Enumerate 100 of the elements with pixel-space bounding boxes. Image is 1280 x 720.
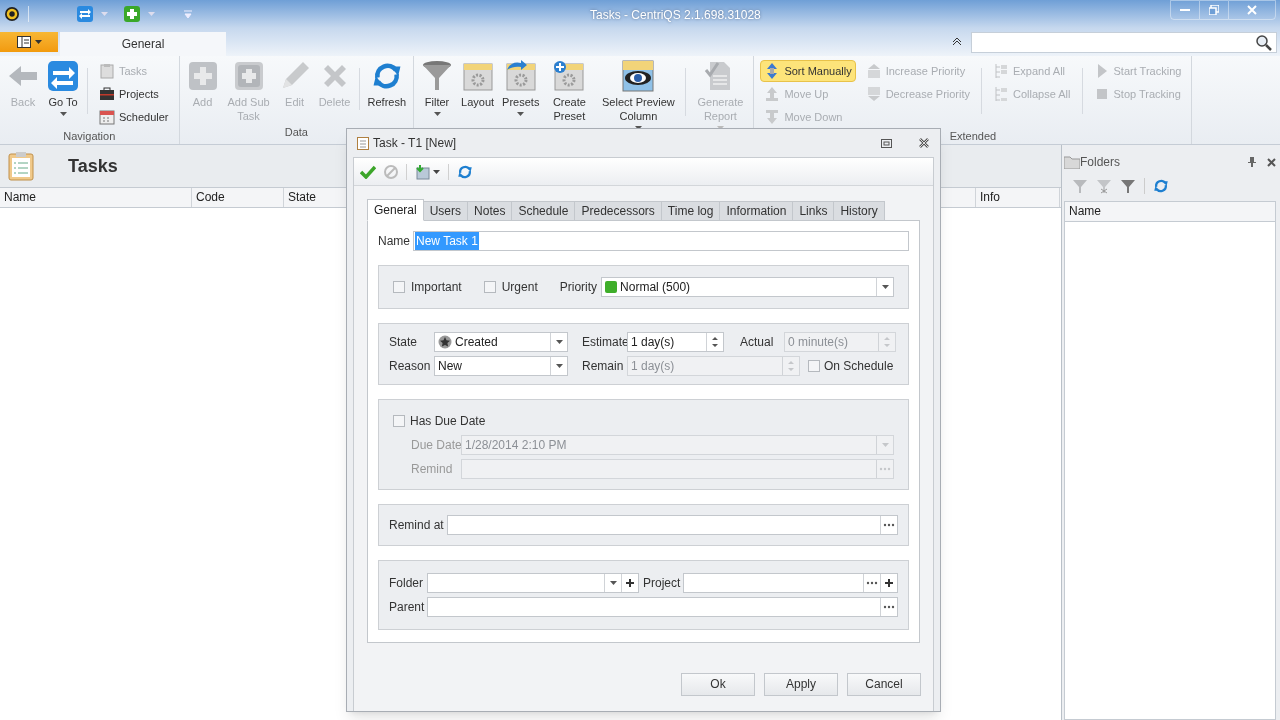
close-button[interactable] xyxy=(1267,157,1276,167)
dialog-button[interactable]: Apply xyxy=(764,672,838,696)
ribbon-button[interactable]: Scheduler xyxy=(95,106,173,128)
minimize-icon xyxy=(1180,9,1190,11)
checkbox[interactable] xyxy=(483,281,496,293)
export-button[interactable] xyxy=(415,163,440,180)
restore-icon xyxy=(1209,5,1219,15)
caret-icon xyxy=(881,285,889,289)
logo-icon xyxy=(4,6,20,22)
close-button[interactable] xyxy=(918,137,930,149)
close-icon xyxy=(1267,157,1276,167)
caret-icon xyxy=(148,12,155,16)
search-field[interactable] xyxy=(971,32,1277,53)
refresh-icon xyxy=(457,163,473,180)
caret-icon xyxy=(881,443,889,447)
plus-icon xyxy=(186,60,219,92)
dialog-tab[interactable]: Predecessors xyxy=(574,201,662,221)
pin-button[interactable] xyxy=(1247,157,1257,167)
pin-icon xyxy=(1247,157,1257,167)
field-label: Due Date xyxy=(411,437,461,454)
field-label: Name xyxy=(378,233,410,250)
column-header[interactable]: Name xyxy=(1065,202,1275,221)
checkbox[interactable] xyxy=(393,281,405,293)
field-label: Remind xyxy=(411,461,454,478)
ellipsis-icon xyxy=(866,581,878,585)
window-title: Tasks - CentriQS 2.1.698.31028 xyxy=(590,7,761,24)
refresh-icon xyxy=(1153,178,1169,194)
plus-icon xyxy=(124,6,140,22)
folder-dropdown[interactable] xyxy=(427,573,639,593)
minimize-button[interactable] xyxy=(1170,0,1200,20)
clipboard-icon xyxy=(8,151,34,181)
reason-dropdown[interactable]: New xyxy=(434,356,568,376)
ribbon-button[interactable]: Layout xyxy=(458,60,498,109)
dialog-tab[interactable]: General xyxy=(367,199,424,221)
column-header[interactable]: Name xyxy=(0,188,192,207)
cancel-icon xyxy=(384,164,398,179)
folder-icon xyxy=(1064,155,1080,169)
ribbon-button[interactable]: Refresh xyxy=(364,60,410,109)
funnel-icon xyxy=(421,60,454,92)
field-label: On Schedule xyxy=(824,358,894,375)
priority-dropdown[interactable]: Normal (500) xyxy=(601,277,894,297)
ribbon-button[interactable]: Filter xyxy=(418,60,457,116)
dialog-tab[interactable]: Notes xyxy=(467,201,513,221)
plus-icon xyxy=(626,579,634,587)
swap-arrows-icon xyxy=(47,60,79,92)
dialog-tab[interactable]: Time log xyxy=(660,201,721,221)
project-field[interactable] xyxy=(683,573,898,593)
caret-icon xyxy=(555,340,563,344)
window-gear-icon xyxy=(461,60,494,92)
close-icon xyxy=(918,137,930,149)
dialog-tab[interactable]: History xyxy=(833,201,885,221)
star-icon xyxy=(438,335,452,349)
field-label: Remind at xyxy=(389,517,444,534)
page-title: Tasks xyxy=(68,154,118,178)
ellipsis-icon xyxy=(883,523,895,527)
ribbon-button[interactable]: Sort Manually xyxy=(760,60,856,82)
field-label: Estimate xyxy=(582,334,627,351)
funnel-icon xyxy=(1120,178,1136,194)
restore-button[interactable] xyxy=(1200,0,1228,20)
maximize-button[interactable] xyxy=(881,138,892,148)
column-header[interactable]: Info xyxy=(976,188,1060,207)
field-label: Priority xyxy=(559,279,598,296)
down-arrow-icon xyxy=(764,109,781,125)
caret-icon xyxy=(101,12,108,16)
dialog-title: Task - T1 [New] xyxy=(373,135,457,152)
clipboard-icon xyxy=(99,63,115,79)
collapse-ribbon-icon xyxy=(952,38,962,46)
ribbon-button[interactable]: Create Preset xyxy=(544,60,595,123)
checkbox[interactable] xyxy=(808,360,820,372)
briefcase-icon xyxy=(99,86,115,102)
state-dropdown[interactable]: Created xyxy=(434,332,568,352)
ribbon-tab[interactable]: General xyxy=(60,32,226,56)
checkbox[interactable] xyxy=(393,415,405,427)
ribbon-button[interactable]: Presets xyxy=(499,60,543,116)
swap-arrows-icon xyxy=(77,6,93,22)
column-header[interactable]: Code xyxy=(192,188,284,207)
remind-at-field[interactable] xyxy=(446,515,898,535)
window-gear-icon xyxy=(504,60,537,92)
caret-icon xyxy=(433,112,441,116)
ribbon-button[interactable]: Projects xyxy=(95,83,173,105)
dialog-tab[interactable]: Information xyxy=(719,201,794,221)
funnel-icon xyxy=(1096,178,1112,194)
dialog-tab[interactable]: Users xyxy=(422,201,469,221)
field-label: Has Due Date xyxy=(410,413,486,430)
caret-icon xyxy=(59,112,67,116)
list-icon xyxy=(865,63,882,79)
sheet-icon xyxy=(415,163,431,180)
app-menu-button[interactable] xyxy=(0,32,58,52)
field-label: Urgent xyxy=(501,279,538,296)
dialog-button[interactable]: Cancel xyxy=(847,672,921,696)
estimate-field[interactable]: 1 day(s) xyxy=(627,332,724,352)
dialog-tab[interactable]: Schedule xyxy=(511,201,576,221)
dialog-button[interactable]: Ok xyxy=(681,672,755,696)
spin-icon xyxy=(884,336,890,348)
parent-field[interactable] xyxy=(427,597,898,617)
list-icon xyxy=(865,86,882,102)
ribbon-button[interactable]: Go To xyxy=(44,60,82,116)
calendar-icon xyxy=(99,109,115,125)
tree-list-icon xyxy=(993,86,1010,102)
dialog-tab[interactable]: Links xyxy=(792,201,835,221)
